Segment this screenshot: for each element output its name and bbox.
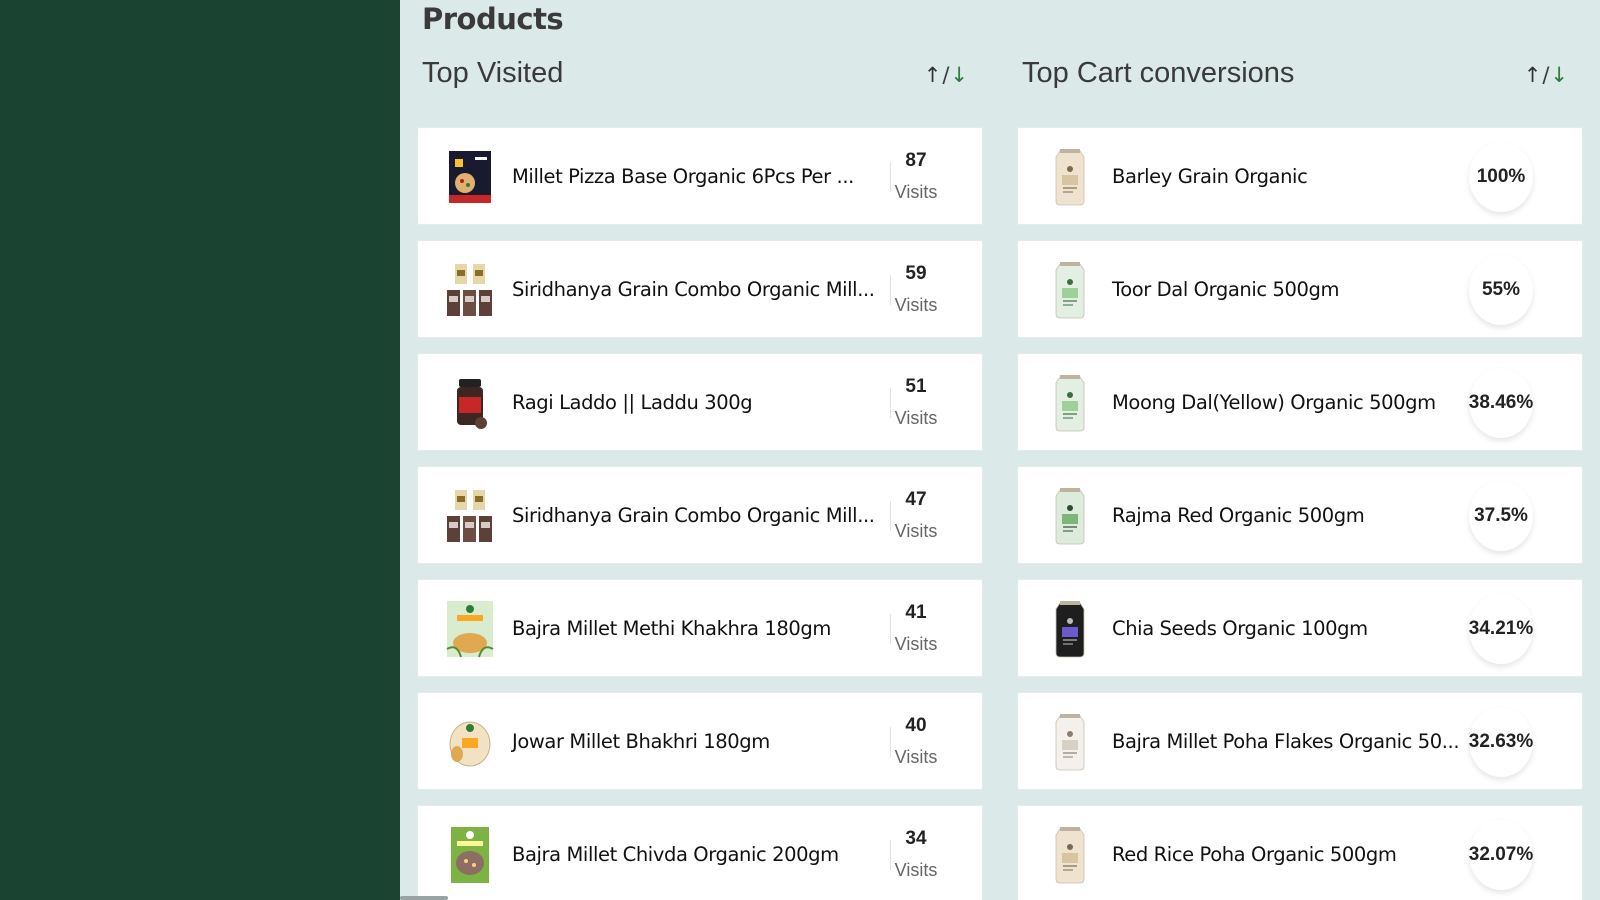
visit-label: Visits xyxy=(894,860,938,880)
product-thumbnail xyxy=(445,373,495,433)
product-name: Siridhanya Grain Combo Organic Mill... xyxy=(512,504,875,527)
visit-label: Visits xyxy=(894,634,938,654)
conversion-percentage: 100% xyxy=(1469,142,1533,212)
product-name: Red Rice Poha Organic 500gm xyxy=(1112,843,1397,866)
product-name: Siridhanya Grain Combo Organic Mill... xyxy=(512,278,875,301)
top-cart-sort-toggle[interactable]: ↑/↓ xyxy=(1524,63,1569,87)
visit-count: 47 xyxy=(905,489,927,510)
product-name: Rajma Red Organic 500gm xyxy=(1112,504,1365,527)
top-cart-product-card[interactable]: Barley Grain Organic 100% xyxy=(1017,127,1583,225)
visit-count: 59 xyxy=(905,263,927,284)
sort-up-arrow-icon: ↑ xyxy=(1523,63,1543,87)
product-name: Barley Grain Organic xyxy=(1112,165,1308,188)
product-thumbnail xyxy=(445,486,495,546)
top-visited-product-card[interactable]: Bajra Millet Methi Khakhra 180gm 41 Visi… xyxy=(417,579,983,677)
product-name: Millet Pizza Base Organic 6Pcs Per ... xyxy=(512,165,854,188)
top-cart-product-card[interactable]: Moong Dal(Yellow) Organic 500gm 38.46% xyxy=(1017,353,1583,451)
visit-label: Visits xyxy=(894,295,938,315)
visit-label: Visits xyxy=(894,182,938,202)
product-thumbnail xyxy=(1045,260,1095,320)
conversion-percentage: 38.46% xyxy=(1469,368,1533,438)
product-name: Bajra Millet Poha Flakes Organic 50... xyxy=(1112,730,1460,753)
top-cart-product-card[interactable]: Bajra Millet Poha Flakes Organic 50... 3… xyxy=(1017,692,1583,790)
top-visited-title: Top Visited xyxy=(422,57,564,89)
visit-count: 51 xyxy=(905,376,927,397)
conversion-percentage: 32.63% xyxy=(1469,707,1533,777)
conversion-percentage: 34.21% xyxy=(1469,594,1533,664)
top-visited-product-card[interactable]: Siridhanya Grain Combo Organic Mill... 4… xyxy=(417,466,983,564)
conversion-percentage: 55% xyxy=(1469,255,1533,325)
visit-count: 87 xyxy=(905,150,927,171)
product-name: Moong Dal(Yellow) Organic 500gm xyxy=(1112,391,1436,414)
product-name: Chia Seeds Organic 100gm xyxy=(1112,617,1368,640)
top-visited-product-card[interactable]: Jowar Millet Bhakhri 180gm 40 Visits xyxy=(417,692,983,790)
visit-count: 41 xyxy=(905,602,927,623)
top-cart-product-card[interactable]: Red Rice Poha Organic 500gm 32.07% xyxy=(1017,805,1583,900)
product-thumbnail xyxy=(445,599,495,659)
top-visited-header: Top Visited ↑/↓ xyxy=(417,57,985,97)
product-name: Ragi Laddo || Laddu 300g xyxy=(512,391,753,414)
conversion-percentage: 37.5% xyxy=(1469,481,1533,551)
top-visited-product-card[interactable]: Ragi Laddo || Laddu 300g 51 Visits xyxy=(417,353,983,451)
product-thumbnail xyxy=(1045,825,1095,885)
product-thumbnail xyxy=(445,260,495,320)
top-cart-title: Top Cart conversions xyxy=(1022,57,1295,89)
visit-label: Visits xyxy=(894,747,938,767)
top-cart-header: Top Cart conversions ↑/↓ xyxy=(1017,57,1585,97)
product-thumbnail xyxy=(1045,486,1095,546)
visit-label: Visits xyxy=(894,408,938,428)
top-visited-product-card[interactable]: Bajra Millet Chivda Organic 200gm 34 Vis… xyxy=(417,805,983,900)
product-thumbnail xyxy=(445,147,495,207)
product-thumbnail xyxy=(1045,712,1095,772)
visit-label: Visits xyxy=(894,521,938,541)
sort-down-arrow-icon: ↓ xyxy=(1550,63,1569,87)
page-title: Products xyxy=(422,2,564,36)
product-thumbnail xyxy=(1045,147,1095,207)
product-name: Bajra Millet Chivda Organic 200gm xyxy=(512,843,839,866)
sidebar xyxy=(0,0,400,900)
top-cart-product-card[interactable]: Chia Seeds Organic 100gm 34.21% xyxy=(1017,579,1583,677)
product-name: Toor Dal Organic 500gm xyxy=(1112,278,1340,301)
sort-up-arrow-icon: ↑ xyxy=(923,63,943,87)
product-name: Bajra Millet Methi Khakhra 180gm xyxy=(512,617,831,640)
top-visited-sort-toggle[interactable]: ↑/↓ xyxy=(924,63,969,87)
product-thumbnail xyxy=(1045,373,1095,433)
conversion-percentage: 32.07% xyxy=(1469,820,1533,890)
sort-down-arrow-icon: ↓ xyxy=(950,63,969,87)
main-content: Products Top Visited ↑/↓ Millet Pizza Ba… xyxy=(400,0,1600,900)
visit-count: 40 xyxy=(905,715,927,736)
product-name: Jowar Millet Bhakhri 180gm xyxy=(512,730,770,753)
product-thumbnail xyxy=(445,712,495,772)
visit-count: 34 xyxy=(905,828,927,849)
top-cart-product-card[interactable]: Rajma Red Organic 500gm 37.5% xyxy=(1017,466,1583,564)
top-visited-product-card[interactable]: Siridhanya Grain Combo Organic Mill... 5… xyxy=(417,240,983,338)
top-visited-product-card[interactable]: Millet Pizza Base Organic 6Pcs Per ... 8… xyxy=(417,127,983,225)
product-thumbnail xyxy=(1045,599,1095,659)
horizontal-scrollbar[interactable] xyxy=(400,896,448,900)
top-cart-product-card[interactable]: Toor Dal Organic 500gm 55% xyxy=(1017,240,1583,338)
product-thumbnail xyxy=(445,825,495,885)
